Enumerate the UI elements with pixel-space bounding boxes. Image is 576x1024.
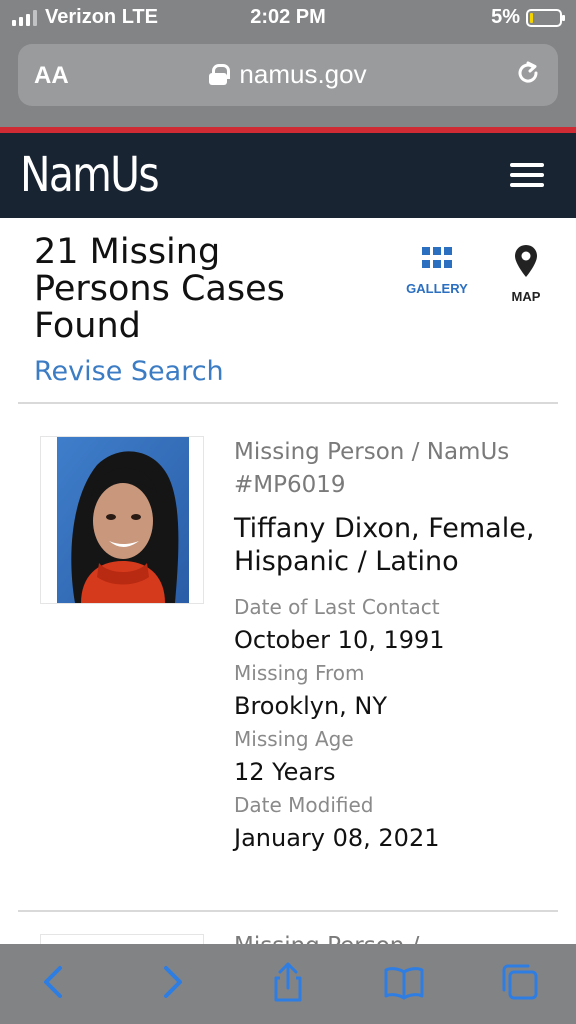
map-view-button[interactable]: MAP bbox=[494, 244, 558, 304]
gallery-view-button[interactable]: GALLERY bbox=[404, 244, 470, 296]
field-label: Missing From bbox=[234, 661, 365, 685]
battery-icon bbox=[526, 8, 565, 27]
share-icon[interactable] bbox=[268, 962, 308, 1002]
field-value: January 08, 2021 bbox=[234, 824, 440, 852]
case-divider bbox=[18, 910, 558, 912]
reload-icon[interactable] bbox=[514, 60, 542, 88]
next-case-type[interactable]: Missing Person / bbox=[234, 930, 534, 944]
case-photo[interactable] bbox=[57, 437, 189, 603]
field-value: Brooklyn, NY bbox=[234, 692, 388, 720]
field-value: October 10, 1991 bbox=[234, 626, 445, 654]
next-case-photo-frame[interactable] bbox=[40, 934, 204, 944]
site-header: NamUs bbox=[0, 133, 576, 218]
lock-icon bbox=[209, 64, 231, 85]
address-bar[interactable]: AA namus.gov bbox=[18, 44, 558, 106]
browser-toolbar bbox=[0, 944, 576, 1024]
map-pin-icon bbox=[515, 245, 537, 277]
field-value: 12 Years bbox=[234, 758, 336, 786]
case-fields: Date of Last Contact October 10, 1991 Mi… bbox=[234, 594, 564, 858]
site-logo[interactable]: NamUs bbox=[20, 147, 160, 203]
tabs-icon[interactable] bbox=[500, 962, 540, 1002]
revise-search-link[interactable]: Revise Search bbox=[34, 356, 224, 387]
hamburger-menu-icon[interactable] bbox=[510, 163, 544, 187]
url-display[interactable]: namus.gov bbox=[18, 59, 558, 90]
status-time: 2:02 PM bbox=[250, 6, 326, 28]
case-person-name[interactable]: Tiffany Dixon, Female, Hispanic / Latino bbox=[234, 512, 564, 578]
battery-percent: 5% bbox=[491, 6, 520, 28]
gallery-label: GALLERY bbox=[406, 281, 468, 296]
bookmarks-icon[interactable] bbox=[384, 962, 424, 1002]
url-text: namus.gov bbox=[239, 59, 367, 89]
status-bar: Verizon LTE 2:02 PM 5% bbox=[0, 0, 576, 36]
status-right: 5% bbox=[491, 6, 565, 29]
map-label: MAP bbox=[511, 289, 541, 304]
browser-chrome: Verizon LTE 2:02 PM 5% AA namus.gov bbox=[0, 0, 576, 128]
results-divider bbox=[18, 402, 558, 404]
case-photo-frame[interactable] bbox=[40, 436, 204, 604]
field-label: Date Modified bbox=[234, 793, 374, 817]
results-count-heading: 21 Missing Persons Cases Found bbox=[34, 232, 285, 346]
field-label: Date of Last Contact bbox=[234, 595, 440, 619]
field-label: Missing Age bbox=[234, 727, 354, 751]
case-details: Missing Person / NamUs #MP6019 Tiffany D… bbox=[234, 436, 564, 858]
back-icon[interactable] bbox=[34, 962, 74, 1002]
grid-icon bbox=[422, 247, 452, 269]
case-type-and-id[interactable]: Missing Person / NamUs #MP6019 bbox=[234, 436, 564, 502]
forward-icon[interactable] bbox=[152, 962, 192, 1002]
